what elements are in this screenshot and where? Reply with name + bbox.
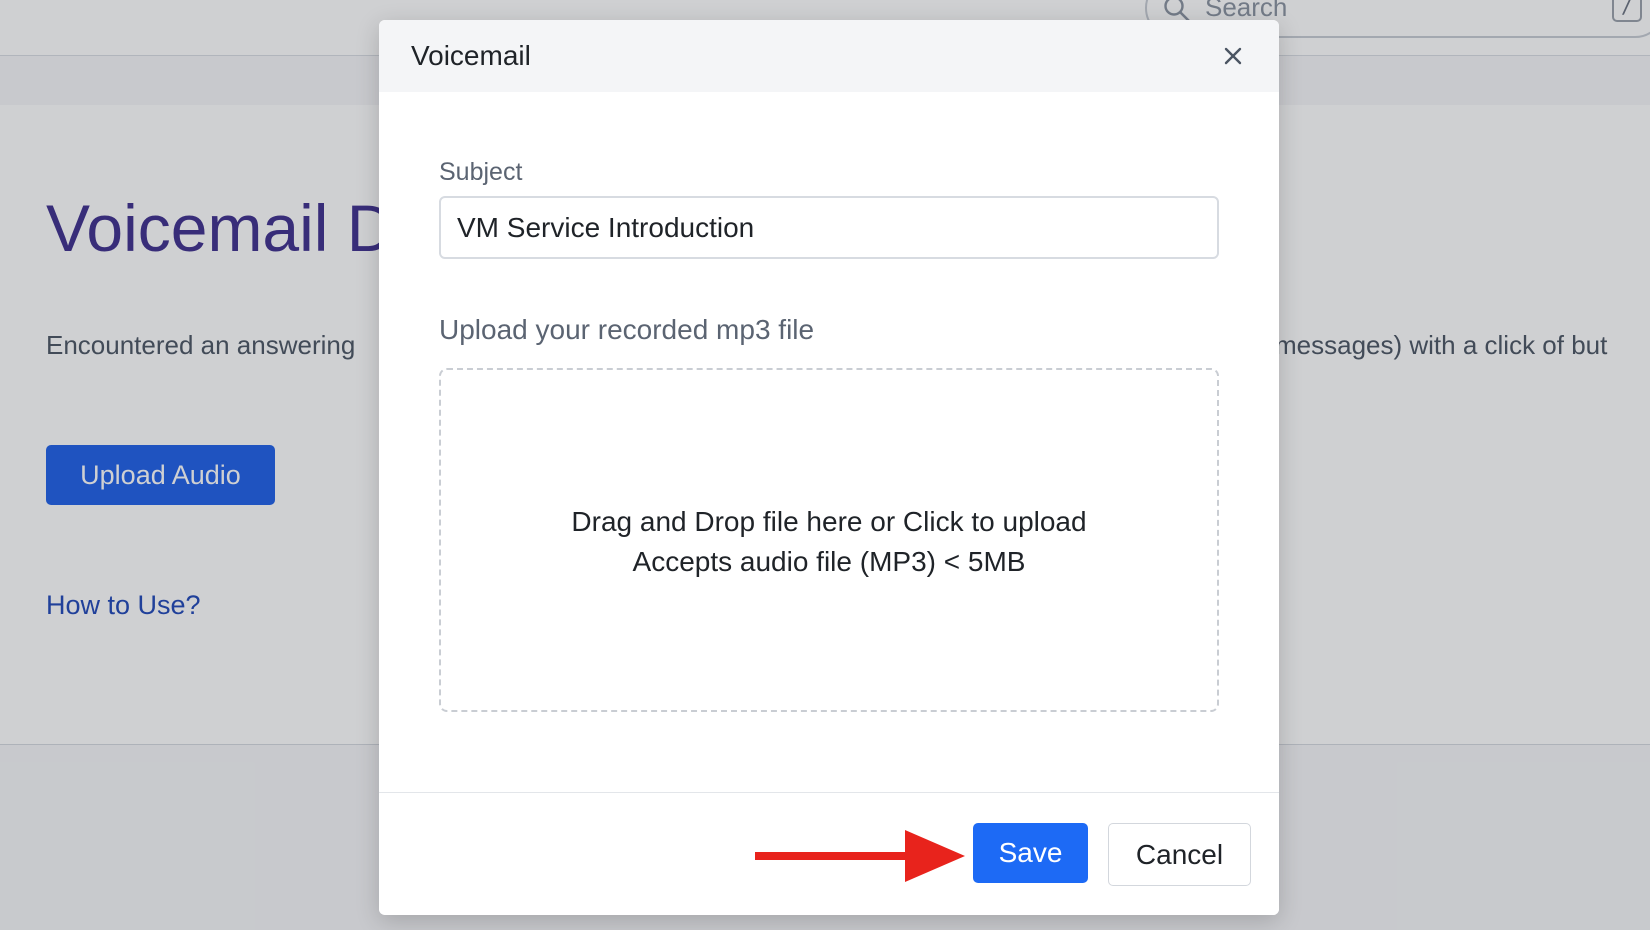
upload-label: Upload your recorded mp3 file <box>439 314 815 345</box>
modal-title: Voicemail <box>411 40 531 71</box>
close-icon <box>1224 47 1242 65</box>
arrow-right-icon <box>755 830 965 882</box>
dropzone-file-requirements: Accepts audio file (MP3) < 5MB <box>632 546 1026 577</box>
voicemail-modal: Voicemail Subject Upload your recorded m… <box>379 20 1279 915</box>
close-button[interactable] <box>1217 40 1249 72</box>
save-button[interactable]: Save <box>973 823 1088 883</box>
subject-input[interactable] <box>439 196 1219 259</box>
dropzone-instruction: Drag and Drop file here or Click to uplo… <box>571 506 1087 537</box>
file-dropzone[interactable]: Drag and Drop file here or Click to uplo… <box>439 368 1219 712</box>
cancel-button[interactable]: Cancel <box>1108 823 1251 886</box>
page: Search / Voicemail D Encountered an answ… <box>0 0 1650 930</box>
modal-header: Voicemail <box>379 20 1279 92</box>
subject-label: Subject <box>439 158 523 186</box>
